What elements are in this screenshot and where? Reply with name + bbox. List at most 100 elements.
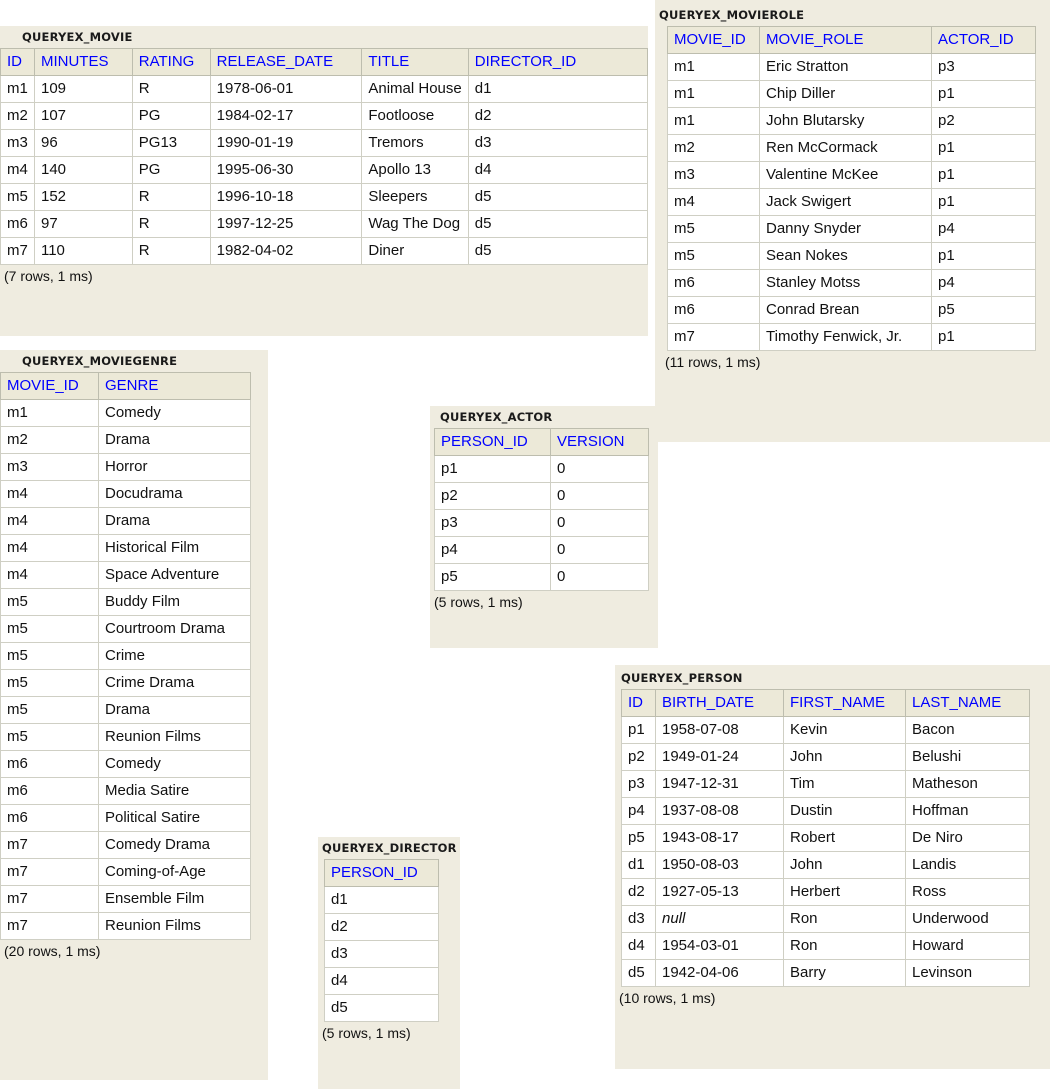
table-cell[interactable]: d5 bbox=[467, 183, 649, 211]
table-cell[interactable]: d4 bbox=[621, 932, 656, 960]
table-cell[interactable]: Drama bbox=[98, 507, 251, 535]
table-cell[interactable]: 96 bbox=[33, 129, 133, 157]
table-cell[interactable]: p5 bbox=[434, 563, 551, 591]
table-cell[interactable]: Herbert bbox=[783, 878, 906, 906]
table-row[interactable]: p3 0 bbox=[434, 509, 649, 537]
table-cell[interactable]: Drama bbox=[98, 696, 251, 724]
result-table-director[interactable]: PERSON_ID d1 d2 d3 d4 d5 bbox=[324, 859, 439, 1022]
table-cell[interactable]: m3 bbox=[0, 453, 99, 481]
column-header-minutes[interactable]: MINUTES bbox=[33, 48, 133, 76]
table-cell[interactable]: p1 bbox=[931, 161, 1036, 189]
table-row[interactable]: m6 97 R 1997-12-25 Wag The Dog d5 bbox=[0, 210, 649, 238]
table-cell[interactable]: Chip Diller bbox=[759, 80, 932, 108]
column-header-movie_id[interactable]: MOVIE_ID bbox=[667, 26, 760, 54]
column-header-movie_role[interactable]: MOVIE_ROLE bbox=[759, 26, 932, 54]
table-cell[interactable]: p1 bbox=[434, 455, 551, 483]
table-cell[interactable]: 152 bbox=[33, 183, 133, 211]
table-row[interactable]: m3 96 PG13 1990-01-19 Tremors d3 bbox=[0, 129, 649, 157]
table-row[interactable]: m5 Sean Nokes p1 bbox=[667, 242, 1036, 270]
table-cell[interactable]: m4 bbox=[667, 188, 760, 216]
table-cell[interactable]: Howard bbox=[905, 932, 1030, 960]
table-cell[interactable]: Levinson bbox=[905, 959, 1030, 987]
table-cell[interactable]: 1984-02-17 bbox=[209, 102, 363, 130]
table-cell[interactable]: m2 bbox=[0, 102, 35, 130]
table-cell[interactable]: Diner bbox=[361, 237, 469, 265]
table-cell[interactable]: p1 bbox=[931, 188, 1036, 216]
table-row[interactable]: m5 Crime Drama bbox=[0, 669, 251, 697]
table-row[interactable]: d5 bbox=[324, 994, 439, 1022]
table-cell[interactable]: p1 bbox=[931, 242, 1036, 270]
table-row[interactable]: p5 0 bbox=[434, 563, 649, 591]
table-row[interactable]: m5 Buddy Film bbox=[0, 588, 251, 616]
table-cell[interactable]: d2 bbox=[621, 878, 656, 906]
table-cell[interactable]: 0 bbox=[550, 455, 649, 483]
result-table-person[interactable]: ID BIRTH_DATE FIRST_NAME LAST_NAME p1 1958-07… bbox=[621, 689, 1030, 987]
table-cell[interactable]: Political Satire bbox=[98, 804, 251, 832]
table-row[interactable]: m6 Comedy bbox=[0, 750, 251, 778]
column-header-last_name[interactable]: LAST_NAME bbox=[905, 689, 1030, 717]
table-cell[interactable]: m7 bbox=[0, 858, 99, 886]
column-header-genre[interactable]: GENRE bbox=[98, 372, 251, 400]
table-row[interactable]: p4 0 bbox=[434, 536, 649, 564]
table-cell[interactable]: m6 bbox=[0, 804, 99, 832]
table-cell[interactable]: m7 bbox=[0, 831, 99, 859]
table-cell[interactable]: Ensemble Film bbox=[98, 885, 251, 913]
table-cell[interactable]: 1947-12-31 bbox=[655, 770, 784, 798]
table-row[interactable]: m1 109 R 1978-06-01 Animal House d1 bbox=[0, 75, 649, 103]
table-cell[interactable]: 0 bbox=[550, 563, 649, 591]
table-cell[interactable]: PG bbox=[131, 102, 211, 130]
table-cell[interactable]: d3 bbox=[621, 905, 656, 933]
table-cell[interactable]: Historical Film bbox=[98, 534, 251, 562]
table-row[interactable]: p1 0 bbox=[434, 455, 649, 483]
table-cell[interactable]: m5 bbox=[0, 642, 99, 670]
table-cell[interactable]: m1 bbox=[0, 75, 35, 103]
table-cell[interactable]: d2 bbox=[324, 913, 439, 941]
table-row[interactable]: m5 152 R 1996-10-18 Sleepers d5 bbox=[0, 183, 649, 211]
table-row[interactable]: d1 1950-08-03 John Landis bbox=[621, 851, 1030, 879]
table-cell[interactable]: Dustin bbox=[783, 797, 906, 825]
table-cell[interactable]: d4 bbox=[324, 967, 439, 995]
table-cell[interactable]: Comedy bbox=[98, 399, 251, 427]
table-cell[interactable]: R bbox=[131, 210, 211, 238]
table-cell[interactable]: Crime bbox=[98, 642, 251, 670]
result-table-moviegenre[interactable]: MOVIE_ID GENRE m1 Comedy m2 Drama m3 Horror m4 Do… bbox=[0, 372, 251, 940]
table-cell[interactable]: p1 bbox=[621, 716, 656, 744]
table-cell[interactable]: 1950-08-03 bbox=[655, 851, 784, 879]
table-cell[interactable]: PG13 bbox=[131, 129, 211, 157]
table-cell[interactable]: p2 bbox=[931, 107, 1036, 135]
table-cell[interactable]: 110 bbox=[33, 237, 133, 265]
table-cell[interactable]: p2 bbox=[621, 743, 656, 771]
table-cell[interactable]: Horror bbox=[98, 453, 251, 481]
table-cell[interactable]: John bbox=[783, 851, 906, 879]
table-row[interactable]: d3 null Ron Underwood bbox=[621, 905, 1030, 933]
table-cell[interactable]: John Blutarsky bbox=[759, 107, 932, 135]
table-row[interactable]: m4 140 PG 1995-06-30 Apollo 13 d4 bbox=[0, 156, 649, 184]
table-row[interactable]: m1 John Blutarsky p2 bbox=[667, 107, 1036, 135]
table-row[interactable]: m7 110 R 1982-04-02 Diner d5 bbox=[0, 237, 649, 265]
table-cell[interactable]: d2 bbox=[467, 102, 649, 130]
table-cell[interactable]: Hoffman bbox=[905, 797, 1030, 825]
table-cell[interactable]: Coming-of-Age bbox=[98, 858, 251, 886]
table-row[interactable]: p4 1937-08-08 Dustin Hoffman bbox=[621, 797, 1030, 825]
table-row[interactable]: m1 Eric Stratton p3 bbox=[667, 53, 1036, 81]
table-cell[interactable]: Buddy Film bbox=[98, 588, 251, 616]
table-cell[interactable]: m1 bbox=[667, 80, 760, 108]
table-row[interactable]: m6 Conrad Brean p5 bbox=[667, 296, 1036, 324]
column-header-actor_id[interactable]: ACTOR_ID bbox=[931, 26, 1036, 54]
table-cell[interactable]: p3 bbox=[434, 509, 551, 537]
table-cell[interactable]: Eric Stratton bbox=[759, 53, 932, 81]
result-table-movie[interactable]: ID MINUTES RATING RELEASE_DATE TITLE DIRECTOR… bbox=[0, 48, 649, 265]
table-cell[interactable]: m6 bbox=[0, 210, 35, 238]
table-cell[interactable]: d5 bbox=[467, 210, 649, 238]
table-cell[interactable]: m6 bbox=[0, 750, 99, 778]
table-cell[interactable]: Crime Drama bbox=[98, 669, 251, 697]
table-cell[interactable]: Valentine McKee bbox=[759, 161, 932, 189]
column-header-version[interactable]: VERSION bbox=[550, 428, 649, 456]
table-cell[interactable]: m5 bbox=[0, 588, 99, 616]
table-row[interactable]: m5 Danny Snyder p4 bbox=[667, 215, 1036, 243]
table-cell[interactable]: 1995-06-30 bbox=[209, 156, 363, 184]
table-cell[interactable]: 97 bbox=[33, 210, 133, 238]
table-cell[interactable]: Ren McCormack bbox=[759, 134, 932, 162]
table-cell[interactable]: 1990-01-19 bbox=[209, 129, 363, 157]
table-row[interactable]: d4 bbox=[324, 967, 439, 995]
